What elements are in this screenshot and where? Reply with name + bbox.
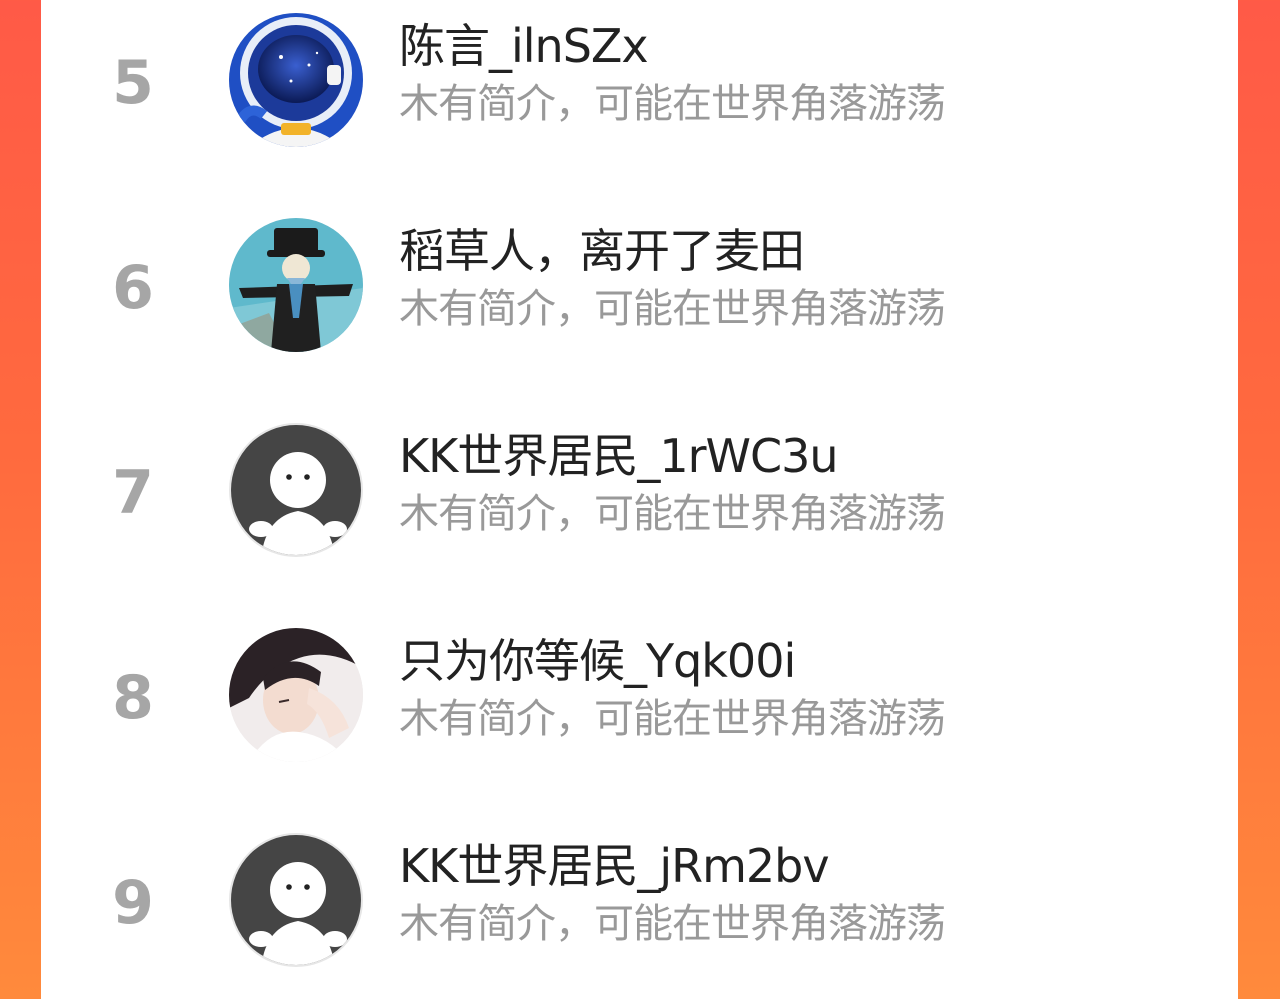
astronaut-avatar-icon[interactable]: [229, 13, 363, 147]
rank-number: 6: [112, 253, 154, 323]
list-item[interactable]: 8 只为你等候_Yqk00i 木有简介，可能在世界角落游荡: [41, 615, 1238, 820]
list-item[interactable]: 7 KK世界居民_1rWC3u 木有简介，可能在世界角落游荡: [41, 410, 1238, 615]
default-user-avatar-icon[interactable]: [229, 423, 363, 557]
username[interactable]: 只为你等候_Yqk00i: [399, 633, 796, 689]
list-item[interactable]: 9 KK世界居民_jRm2bv 木有简介，可能在世界角落游荡: [41, 820, 1238, 999]
scarecrow-avatar-icon[interactable]: [229, 218, 363, 352]
list-item[interactable]: 5 陈言_ilnSZx 木有简介，可能在世界角落游荡: [41, 0, 1238, 205]
user-bio: 木有简介，可能在世界角落游荡: [399, 81, 946, 127]
rank-number: 9: [112, 868, 154, 938]
user-bio: 木有简介，可能在世界角落游荡: [399, 491, 946, 537]
username[interactable]: KK世界居民_1rWC3u: [399, 428, 839, 484]
leaderboard-panel: 5 陈言_ilnSZx 木有简介，可能在世界角落游荡 6 稻草人，离开了麦田 木…: [41, 0, 1238, 999]
username[interactable]: 稻草人，离开了麦田: [399, 223, 805, 279]
user-bio: 木有简介，可能在世界角落游荡: [399, 696, 946, 742]
rank-number: 7: [112, 458, 154, 528]
portrait-avatar-icon[interactable]: [229, 628, 363, 762]
list-item[interactable]: 6 稻草人，离开了麦田 木有简介，可能在世界角落游荡: [41, 205, 1238, 410]
user-bio: 木有简介，可能在世界角落游荡: [399, 286, 946, 332]
rank-number: 8: [112, 663, 154, 733]
default-user-avatar-icon[interactable]: [229, 833, 363, 967]
user-bio: 木有简介，可能在世界角落游荡: [399, 901, 946, 947]
rank-number: 5: [112, 48, 154, 118]
username[interactable]: 陈言_ilnSZx: [399, 18, 649, 74]
username[interactable]: KK世界居民_jRm2bv: [399, 838, 830, 894]
